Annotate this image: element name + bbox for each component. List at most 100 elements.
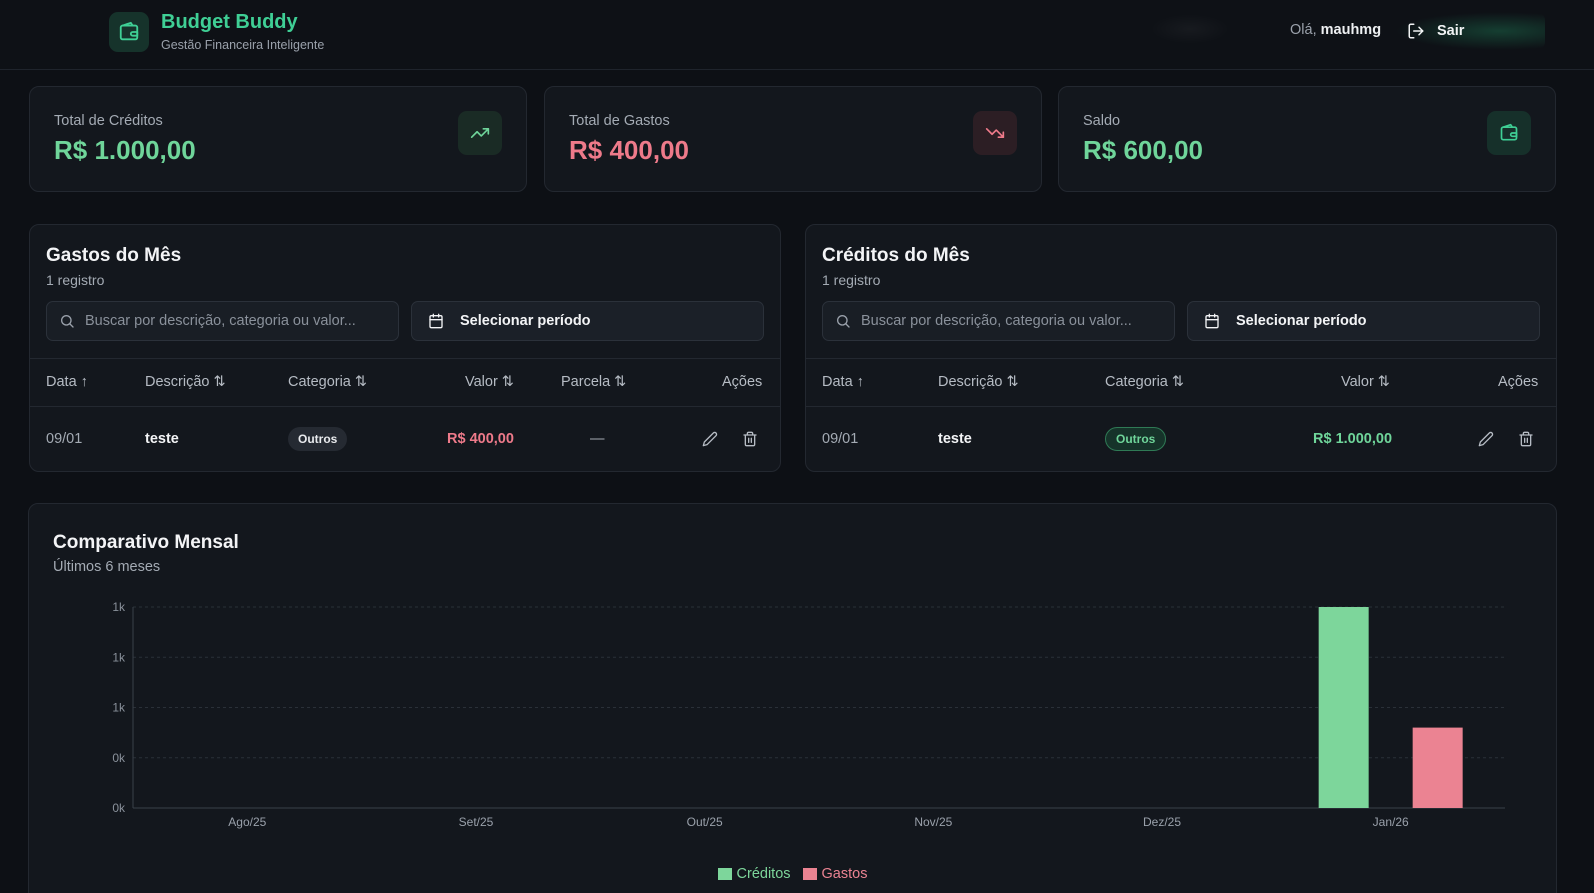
column-header-actions: Ações <box>722 374 763 390</box>
app-header: Budget Buddy Gestão Financeira Inteligen… <box>0 0 1594 70</box>
arrow-up-icon: ↑ <box>856 374 864 390</box>
expenses-panel: Gastos do Mês 1 registro Selecionar perí… <box>29 224 781 472</box>
monthly-comparison-panel: Comparativo Mensal Últimos 6 meses 0k 0k 1… <box>28 503 1557 893</box>
user-greeting: Olá, mauhmg <box>1290 22 1381 38</box>
arrow-up-icon: ↑ <box>80 374 88 390</box>
legend-label: Créditos <box>736 866 791 882</box>
category-badge: Outros <box>288 427 348 451</box>
wallet-logo-icon <box>109 12 149 52</box>
column-header-value[interactable]: Valor ⇅ <box>465 374 514 390</box>
stat-card-credits: Total de Créditos R$ 1.000,00 <box>29 86 527 192</box>
x-tick-label: Dez/25 <box>1143 815 1181 829</box>
header-decoration <box>1150 14 1230 44</box>
column-header-description[interactable]: Descrição ⇅ <box>145 374 226 390</box>
stat-label: Total de Gastos <box>569 113 670 129</box>
column-header-actions: Ações <box>1498 374 1539 390</box>
edit-icon[interactable] <box>700 429 720 449</box>
x-tick-label: Jan/26 <box>1373 815 1409 829</box>
chart-title: Comparativo Mensal <box>53 532 239 553</box>
calendar-icon <box>429 313 443 329</box>
legend-item-expenses[interactable]: Gastos <box>802 866 868 882</box>
stat-value: R$ 600,00 <box>1083 135 1203 165</box>
column-header-description[interactable]: Descrição ⇅ <box>938 374 1019 390</box>
legend-item-credits[interactable]: Créditos <box>717 866 791 882</box>
app-subtitle: Gestão Financeira Inteligente <box>161 38 325 52</box>
column-header-category[interactable]: Categoria ⇅ <box>1105 374 1184 390</box>
monthly-bar-chart: 0k 0k 1k 1k 1k Ago/25 Set/25 Out/25 Nov/25 Dez/25… <box>112 600 1505 829</box>
credits-bar <box>1318 607 1369 808</box>
legend-swatch <box>717 868 732 880</box>
y-tick-label: 1k <box>112 600 126 614</box>
period-label: Selecionar período <box>460 313 591 329</box>
search-icon <box>837 315 850 328</box>
stat-value: R$ 400,00 <box>569 135 689 165</box>
table-header: Data ↑ Descrição ⇅ Categoria ⇅ Valor ⇅ Parce… <box>30 358 780 407</box>
trending-down-icon <box>973 111 1017 155</box>
record-count: 1 registro <box>46 272 105 288</box>
column-header-installment[interactable]: Parcela ⇅ <box>561 374 626 390</box>
username: mauhmg <box>1320 22 1382 38</box>
calendar-icon <box>1205 313 1219 329</box>
sort-icon: ⇅ <box>1006 374 1019 390</box>
row-value: R$ 1.000,00 <box>1313 431 1393 447</box>
x-tick-label: Set/25 <box>459 815 494 829</box>
sort-icon: ⇅ <box>501 374 514 390</box>
column-header-date[interactable]: Data ↑ <box>822 374 864 390</box>
x-tick-label: Nov/25 <box>914 815 952 829</box>
credits-search-input[interactable] <box>861 313 1161 329</box>
x-tick-label: Out/25 <box>687 815 723 829</box>
stat-card-expenses: Total de Gastos R$ 400,00 <box>544 86 1042 192</box>
y-tick-label: 0k <box>112 801 126 815</box>
y-tick-label: 0k <box>112 751 126 765</box>
table-row: 09/01 teste Outros R$ 400,00 — <box>30 407 780 471</box>
chart-subtitle: Últimos 6 meses <box>53 559 161 575</box>
stat-label: Total de Créditos <box>54 113 163 129</box>
logout-button[interactable]: Sair <box>1395 12 1545 50</box>
expenses-search-input[interactable] <box>85 313 385 329</box>
row-description: teste <box>145 431 179 447</box>
category-badge: Outros <box>1105 427 1167 451</box>
sort-icon: ⇅ <box>213 374 226 390</box>
legend-swatch <box>802 868 817 880</box>
greeting-prefix: Olá, <box>1290 22 1317 38</box>
row-installment: — <box>590 431 605 447</box>
stat-value: R$ 1.000,00 <box>54 135 196 165</box>
expenses-period-button[interactable]: Selecionar período <box>411 301 764 341</box>
app-title: Budget Buddy <box>161 11 298 33</box>
column-header-date[interactable]: Data ↑ <box>46 374 88 390</box>
search-icon <box>60 315 74 328</box>
chart-legend: Créditos Gastos <box>29 866 1556 882</box>
table-row: 09/01 teste Outros R$ 1.000,00 <box>806 407 1556 471</box>
record-count: 1 registro <box>822 272 881 288</box>
legend-label: Gastos <box>821 866 868 882</box>
table-header: Data ↑ Descrição ⇅ Categoria ⇅ Valor ⇅ Ações <box>806 358 1556 407</box>
sort-icon: ⇅ <box>1171 374 1185 390</box>
trash-icon[interactable] <box>740 429 760 449</box>
expenses-search-field[interactable] <box>46 301 399 341</box>
y-tick-label: 1k <box>112 701 126 715</box>
stat-label: Saldo <box>1083 113 1121 129</box>
sort-icon: ⇅ <box>614 374 627 390</box>
logout-icon <box>1408 23 1424 39</box>
y-tick-label: 1k <box>112 650 126 664</box>
stat-card-balance: Saldo R$ 600,00 <box>1058 86 1556 192</box>
panel-title: Gastos do Mês <box>46 245 182 266</box>
row-date: 09/01 <box>822 431 859 447</box>
credits-period-button[interactable]: Selecionar período <box>1187 301 1540 341</box>
trash-icon[interactable] <box>1516 429 1536 449</box>
row-value: R$ 400,00 <box>447 431 514 447</box>
row-date: 09/01 <box>46 431 83 447</box>
period-label: Selecionar período <box>1236 313 1367 329</box>
logout-label: Sair <box>1437 23 1465 39</box>
row-description: teste <box>938 431 972 447</box>
x-tick-label: Ago/25 <box>228 815 266 829</box>
sort-icon: ⇅ <box>1377 374 1390 390</box>
column-header-value[interactable]: Valor ⇅ <box>1341 374 1390 390</box>
expenses-bar <box>1412 727 1463 808</box>
sort-icon: ⇅ <box>354 374 368 390</box>
column-header-category[interactable]: Categoria ⇅ <box>288 374 367 390</box>
wallet-icon <box>1487 111 1531 155</box>
panel-title: Créditos do Mês <box>822 245 970 266</box>
edit-icon[interactable] <box>1476 429 1496 449</box>
credits-search-field[interactable] <box>822 301 1175 341</box>
